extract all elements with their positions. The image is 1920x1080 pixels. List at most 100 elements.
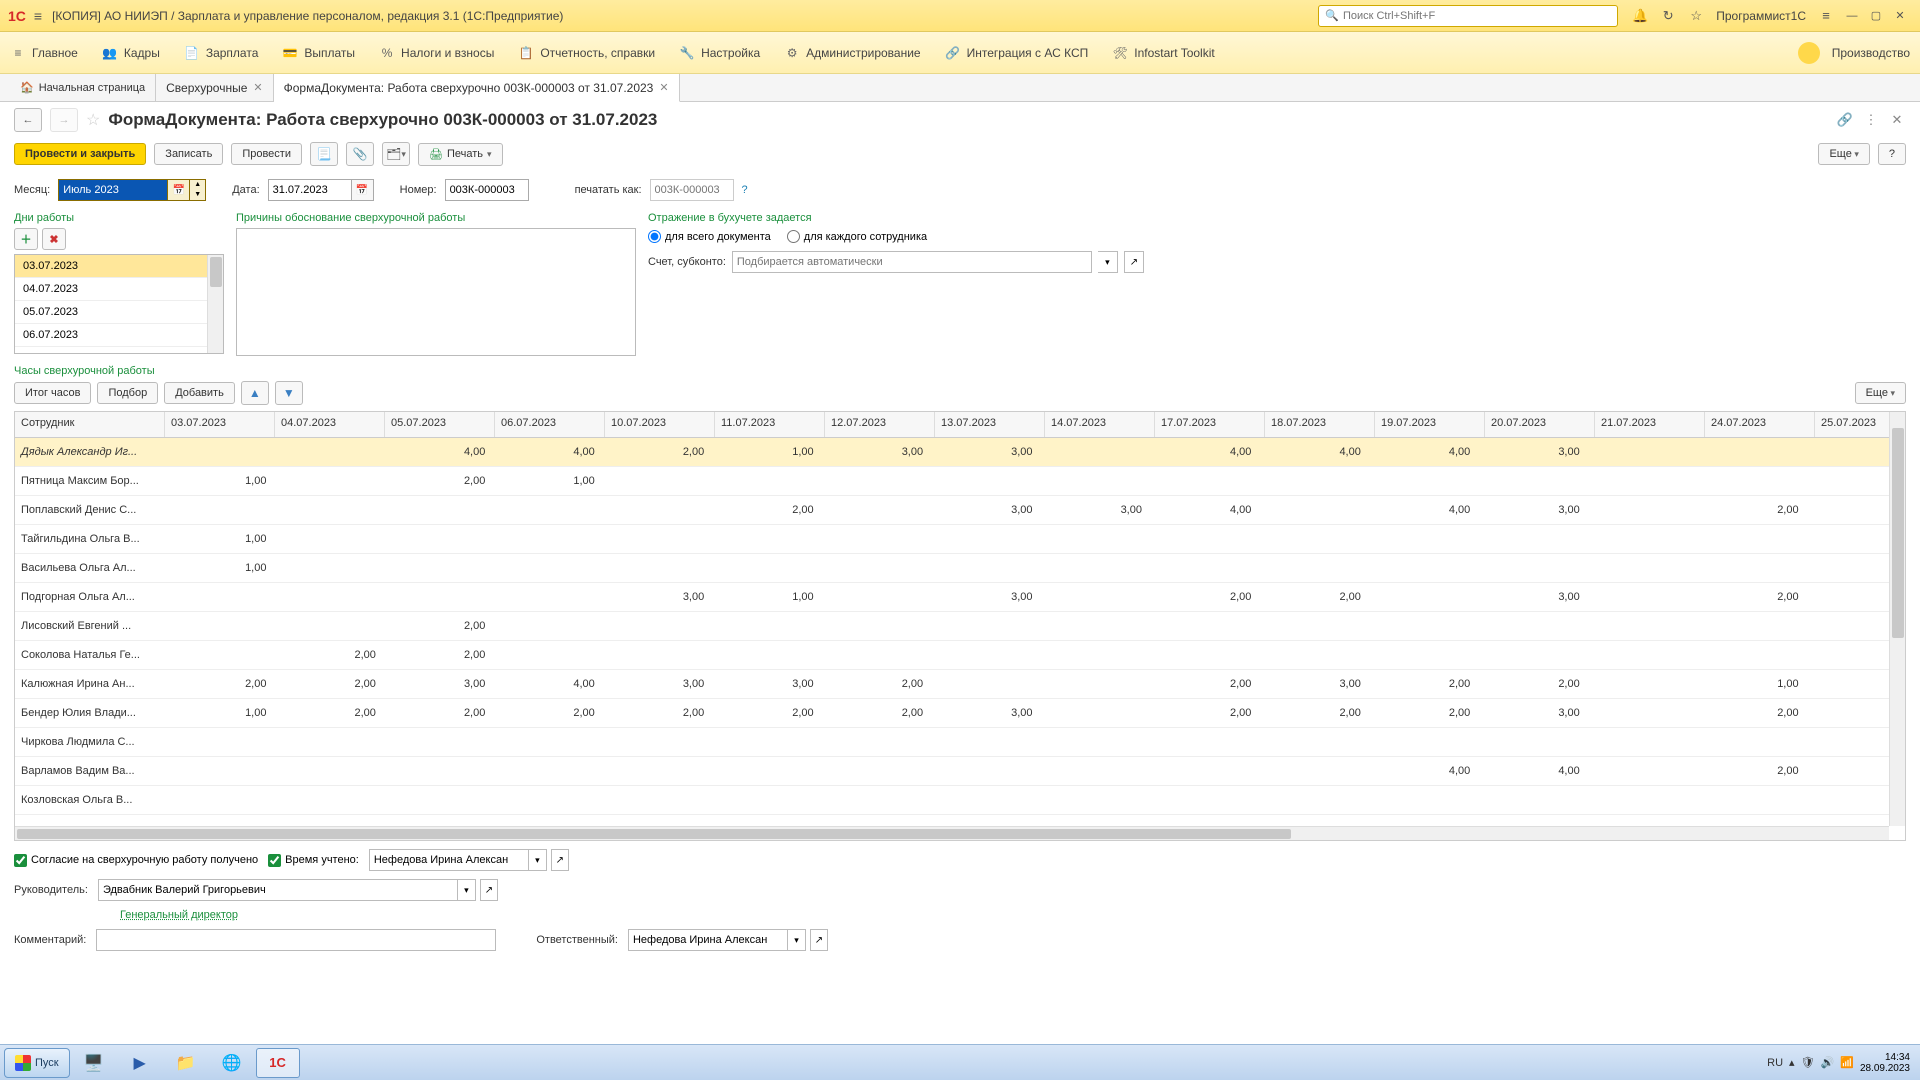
cell-hours[interactable]: 3,00: [721, 678, 830, 690]
col-date[interactable]: 21.07.2023: [1595, 412, 1705, 437]
cell-hours[interactable]: 2,00: [1706, 707, 1815, 719]
calendar-icon[interactable]: 📅: [352, 179, 374, 201]
cell-hours[interactable]: 1,00: [174, 475, 283, 487]
total-hours-button[interactable]: Итог часов: [14, 382, 91, 404]
cell-hours[interactable]: 2,00: [831, 678, 940, 690]
cell-employee[interactable]: Поплавский Денис С...: [15, 504, 174, 516]
cell-hours[interactable]: 2,00: [1487, 678, 1596, 690]
table-row[interactable]: Лисовский Евгений ...2,001: [15, 612, 1906, 641]
nav-infostart[interactable]: 🛠Infostart Toolkit: [1112, 46, 1214, 60]
close-button[interactable]: ✕: [1888, 6, 1912, 26]
post-and-close-button[interactable]: Провести и закрыть: [14, 143, 146, 165]
cell-employee[interactable]: Пятница Максим Бор...: [15, 475, 174, 487]
taskbar-1c[interactable]: 1C: [256, 1048, 300, 1078]
cell-employee[interactable]: Бендер Юлия Влади...: [15, 707, 174, 719]
cell-hours[interactable]: 3,00: [1268, 678, 1377, 690]
table-row[interactable]: Тайгильдина Ольга В...1,00: [15, 525, 1906, 554]
cell-hours[interactable]: 1,00: [1706, 678, 1815, 690]
taskbar-explorer[interactable]: 📁: [164, 1048, 208, 1078]
col-date[interactable]: 11.07.2023: [715, 412, 825, 437]
account-input[interactable]: [732, 251, 1092, 273]
consent-checkbox[interactable]: Согласие на сверхурочную работу получено: [14, 854, 258, 867]
nav-integration[interactable]: 🔗Интеграция с АС КСП: [945, 46, 1089, 60]
cell-hours[interactable]: 2,00: [1378, 678, 1487, 690]
cell-hours[interactable]: 2,00: [1268, 591, 1377, 603]
cell-hours[interactable]: 2,00: [174, 678, 283, 690]
reasons-textarea[interactable]: [236, 228, 636, 356]
cell-hours[interactable]: 2,00: [393, 707, 502, 719]
cell-hours[interactable]: 4,00: [502, 446, 611, 458]
nav-reports[interactable]: 📋Отчетность, справки: [518, 46, 655, 60]
nav-taxes[interactable]: %Налоги и взносы: [379, 46, 494, 60]
cell-hours[interactable]: 4,00: [1159, 446, 1268, 458]
post-button[interactable]: Провести: [231, 143, 302, 165]
cell-employee[interactable]: Козловская Ольга В...: [15, 794, 174, 806]
cell-hours[interactable]: 2,00: [831, 707, 940, 719]
col-date[interactable]: 24.07.2023: [1705, 412, 1815, 437]
cell-hours[interactable]: 3,00: [831, 446, 940, 458]
close-icon[interactable]: ✕: [659, 81, 668, 94]
open-icon[interactable]: ↗: [810, 929, 828, 951]
tray-icon[interactable]: 📶: [1840, 1056, 1854, 1069]
clock[interactable]: 14:34 28.09.2023: [1860, 1052, 1910, 1074]
cell-employee[interactable]: Чиркова Людмила С...: [15, 736, 174, 748]
open-icon[interactable]: ↗: [551, 849, 569, 871]
workday-item[interactable]: 06.07.2023: [15, 324, 223, 347]
table-row[interactable]: Дядык Александр Иг...4,004,002,001,003,0…: [15, 438, 1906, 467]
tab-overtime[interactable]: Сверхурочные✕: [156, 74, 273, 101]
cell-hours[interactable]: 3,00: [1487, 707, 1596, 719]
head-input[interactable]: [98, 879, 458, 901]
cell-hours[interactable]: 1,00: [721, 446, 830, 458]
maximize-button[interactable]: ▢: [1864, 6, 1888, 26]
menu-icon[interactable]: ≡: [34, 8, 42, 24]
move-down-button[interactable]: ▼: [275, 381, 303, 405]
cell-hours[interactable]: 2,00: [393, 620, 502, 632]
hours-more-button[interactable]: Еще: [1855, 382, 1906, 404]
cell-hours[interactable]: 1,00: [502, 475, 611, 487]
radio-each-emp[interactable]: для каждого сотрудника: [787, 230, 927, 243]
time-checkbox[interactable]: Время учтено:: [268, 854, 359, 867]
user-name[interactable]: Программист1С: [1716, 9, 1806, 23]
link-icon[interactable]: 🔗: [1836, 112, 1854, 128]
time-person-input[interactable]: [369, 849, 529, 871]
table-row[interactable]: Бендер Юлия Влади...1,002,002,002,002,00…: [15, 699, 1906, 728]
cell-hours[interactable]: 2,00: [612, 446, 721, 458]
nav-payments[interactable]: 💳Выплаты: [282, 46, 355, 60]
lang-indicator[interactable]: RU: [1767, 1057, 1783, 1069]
bell-icon[interactable]: 🔔: [1629, 5, 1651, 27]
history-icon[interactable]: ↻: [1657, 5, 1679, 27]
cell-hours[interactable]: 2,00: [721, 707, 830, 719]
col-date[interactable]: 13.07.2023: [935, 412, 1045, 437]
printas-input[interactable]: [650, 179, 734, 201]
cell-hours[interactable]: 3,00: [612, 678, 721, 690]
help-button[interactable]: ?: [1878, 143, 1906, 165]
cell-hours[interactable]: 3,00: [1050, 504, 1159, 516]
search-input[interactable]: [1343, 10, 1611, 22]
taskbar-app[interactable]: 🖥️: [72, 1048, 116, 1078]
col-date[interactable]: 03.07.2023: [165, 412, 275, 437]
cell-hours[interactable]: 2,00: [283, 707, 392, 719]
add-day-button[interactable]: ＋: [14, 228, 38, 250]
responsible-input[interactable]: [628, 929, 788, 951]
col-date[interactable]: 05.07.2023: [385, 412, 495, 437]
cell-hours[interactable]: 4,00: [1268, 446, 1377, 458]
number-input[interactable]: [445, 179, 529, 201]
start-button[interactable]: Пуск: [4, 1048, 70, 1078]
cell-hours[interactable]: 3,00: [940, 504, 1049, 516]
dropdown-icon[interactable]: ▾: [788, 929, 806, 951]
month-spinner[interactable]: ▲▼: [190, 179, 206, 201]
taskbar-powershell[interactable]: ▶: [118, 1048, 162, 1078]
open-icon[interactable]: ↗: [1124, 251, 1144, 273]
nav-admin[interactable]: ⚙Администрирование: [784, 46, 920, 60]
tab-document[interactable]: ФормаДокумента: Работа сверхурочно 003К-…: [274, 74, 680, 102]
remove-day-button[interactable]: ✖: [42, 228, 66, 250]
close-form-button[interactable]: ✕: [1888, 112, 1906, 128]
nav-personnel[interactable]: 👥Кадры: [102, 46, 160, 60]
cell-hours[interactable]: 3,00: [1487, 504, 1596, 516]
col-date[interactable]: 17.07.2023: [1155, 412, 1265, 437]
dropdown-icon[interactable]: ▾: [529, 849, 547, 871]
cell-employee[interactable]: Соколова Наталья Ге...: [15, 649, 174, 661]
cell-hours[interactable]: 3,00: [393, 678, 502, 690]
workdays-list[interactable]: 03.07.2023 04.07.2023 05.07.2023 06.07.2…: [14, 254, 224, 354]
nav-production[interactable]: Производство: [1798, 42, 1910, 64]
